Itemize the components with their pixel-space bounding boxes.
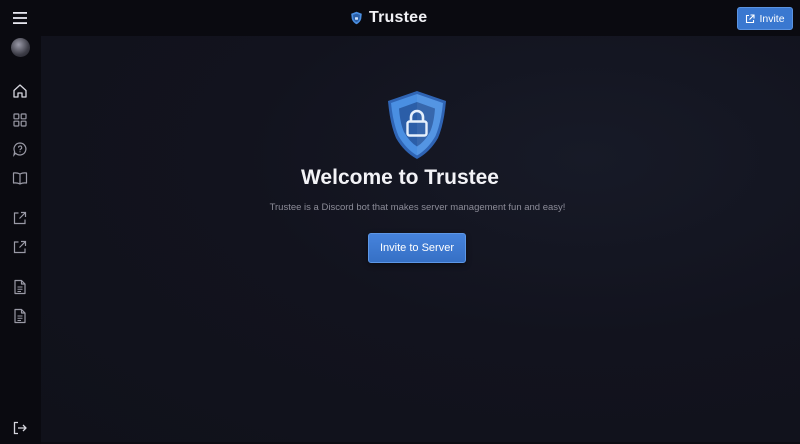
grid-icon[interactable]: [12, 112, 28, 128]
invite-button[interactable]: Invite: [737, 7, 793, 30]
home-icon[interactable]: [12, 83, 28, 99]
hamburger-menu-icon[interactable]: [10, 8, 30, 28]
page-subtitle: Trustee is a Discord bot that makes serv…: [269, 202, 566, 213]
document-icon[interactable]: [12, 279, 28, 295]
document-icon[interactable]: [12, 308, 28, 324]
trustee-logo-icon: [351, 11, 362, 25]
invite-to-server-button[interactable]: Invite to Server: [368, 233, 466, 263]
avatar[interactable]: [11, 38, 30, 57]
top-bar: Trustee Invite: [0, 0, 800, 36]
sidebar: [0, 36, 41, 444]
help-chat-icon[interactable]: [12, 141, 28, 157]
brand-title: Trustee: [369, 9, 428, 26]
external-link-icon[interactable]: [12, 239, 28, 255]
external-link-icon: [746, 13, 755, 23]
logout-icon[interactable]: [12, 420, 28, 436]
brand[interactable]: Trustee: [350, 8, 427, 28]
invite-button-label: Invite: [759, 12, 785, 25]
page-title: Welcome to Trustee: [300, 166, 499, 189]
shield-lock-icon: [388, 91, 446, 159]
